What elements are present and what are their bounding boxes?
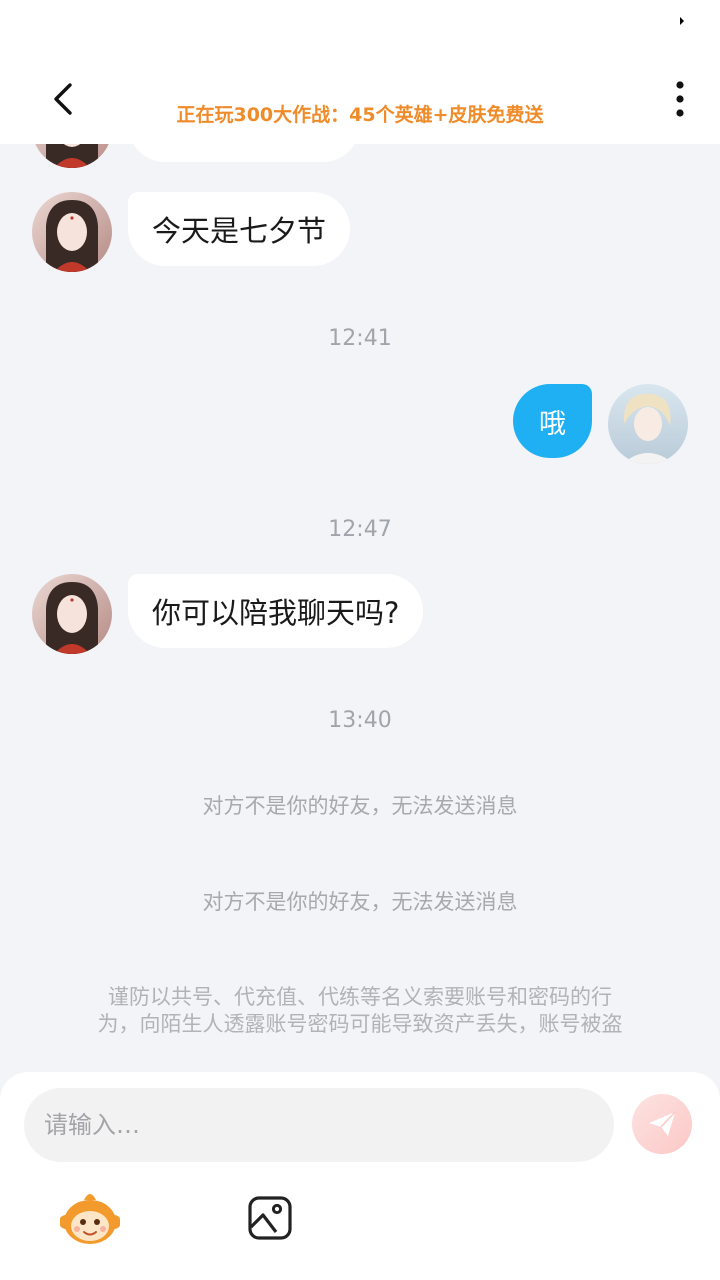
emoji-button[interactable] bbox=[59, 1190, 121, 1246]
system-notice: 对方不是你的好友，无法发送消息 bbox=[202, 890, 518, 914]
status-bar bbox=[0, 0, 720, 60]
security-warning-line: 为，向陌生人透露账号密码可能导致资产丢失，账号被盗 bbox=[97, 1012, 623, 1036]
message-timestamp: 12:41 bbox=[328, 326, 392, 351]
now-playing-banner[interactable]: 正在玩300大作战：45个英雄+皮肤免费送 bbox=[0, 100, 720, 127]
incoming-message-bubble[interactable]: 你可以陪我聊天吗? bbox=[128, 574, 424, 648]
security-warning: 谨防以共号、代充值、代练等名义索要账号和密码的行 为，向陌生人透露账号密码可能导… bbox=[55, 984, 665, 1038]
monkey-emoji-icon bbox=[59, 1194, 121, 1244]
outgoing-message-bubble[interactable]: 哦 bbox=[513, 384, 592, 458]
more-vertical-icon bbox=[676, 81, 684, 117]
incoming-message-bubble-partial[interactable] bbox=[128, 144, 360, 162]
contact-avatar[interactable] bbox=[32, 192, 112, 272]
security-warning-line: 谨防以共号、代充值、代练等名义索要账号和密码的行 bbox=[108, 985, 612, 1009]
chat-header: 正在玩300大作战：45个英雄+皮肤免费送 bbox=[0, 60, 720, 144]
contact-avatar[interactable] bbox=[32, 144, 112, 168]
paper-plane-icon bbox=[649, 1111, 676, 1136]
message-input[interactable] bbox=[24, 1088, 614, 1162]
message-timestamp: 12:47 bbox=[328, 517, 392, 542]
incoming-message-bubble[interactable]: 今天是七夕节 bbox=[128, 192, 351, 266]
status-indicator-icon bbox=[680, 17, 684, 25]
message-composer bbox=[0, 1072, 720, 1280]
system-notice: 对方不是你的好友，无法发送消息 bbox=[202, 794, 518, 818]
image-picker-button[interactable] bbox=[246, 1194, 294, 1242]
image-icon bbox=[248, 1196, 292, 1240]
chat-message-list[interactable]: 今天是七夕节 12:41 哦 12:47 你可以陪我聊天吗? 13:40 对方不… bbox=[0, 144, 720, 1074]
send-button[interactable] bbox=[632, 1094, 692, 1154]
user-avatar[interactable] bbox=[608, 384, 688, 464]
contact-avatar[interactable] bbox=[32, 574, 112, 654]
more-options-button[interactable] bbox=[662, 74, 698, 124]
message-timestamp: 13:40 bbox=[328, 708, 392, 733]
